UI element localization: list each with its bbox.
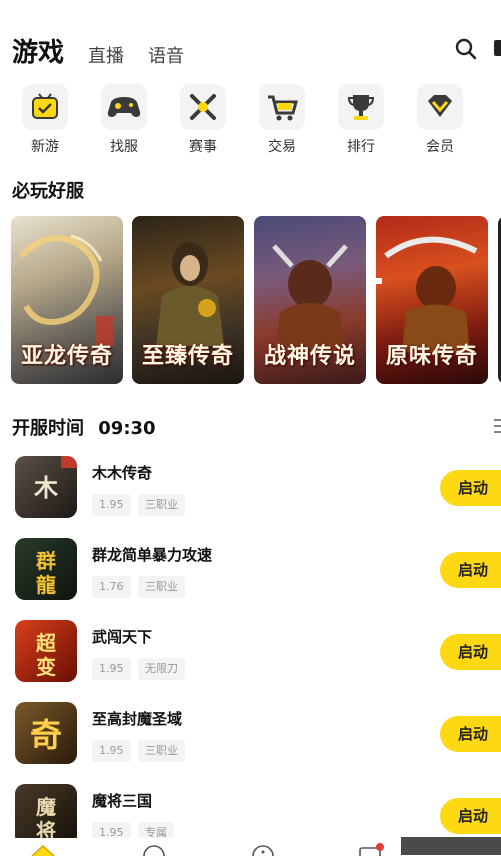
banner-card[interactable]: 战神传说 — [254, 216, 366, 384]
category-label: 会员 — [426, 139, 454, 155]
version-tag: 1.95 — [92, 658, 131, 680]
game-name: 木木传奇 — [92, 464, 153, 482]
system-overlay — [401, 837, 501, 855]
svg-text:魔: 魔 — [36, 795, 56, 819]
list-item[interactable]: 奇 至高封魔圣域 1.95 三职业 启动 — [0, 696, 501, 778]
menu-icon[interactable] — [494, 418, 501, 434]
list-item[interactable]: 木 木木传奇 1.95 三职业 启动 — [0, 450, 501, 532]
class-tag: 三职业 — [138, 576, 185, 598]
message-icon[interactable] — [358, 842, 384, 856]
game-icon[interactable]: 魔将 — [15, 784, 77, 846]
discover-icon[interactable] — [251, 844, 275, 856]
banner-card[interactable]: 原味传奇 — [376, 216, 488, 384]
category-trade[interactable]: 交易 — [252, 84, 312, 156]
gamepad-icon — [101, 84, 147, 130]
list-item[interactable]: 超变 武闯天下 1.95 无限刀 启动 — [0, 614, 501, 696]
vip-diamond-icon — [417, 84, 463, 130]
featured-carousel[interactable]: 亚龙传奇 至臻传奇 战神传说 原味传奇 — [0, 216, 501, 386]
banner-title: 亚龙传奇 — [20, 343, 113, 369]
banner-title: 原味传奇 — [385, 343, 478, 369]
launch-button[interactable]: 启动 — [440, 552, 501, 588]
svg-text:龍: 龍 — [36, 573, 56, 597]
crossed-swords-icon — [180, 84, 226, 130]
category-events[interactable]: 赛事 — [173, 84, 233, 156]
new-game-icon — [22, 84, 68, 130]
cart-icon — [259, 84, 305, 130]
launch-button[interactable]: 启动 — [440, 470, 501, 506]
version-tag: 1.95 — [92, 494, 131, 516]
server-time-label: 开服时间 — [12, 418, 84, 439]
launch-button[interactable]: 启动 — [440, 716, 501, 752]
search-icon[interactable] — [454, 37, 478, 61]
game-icon[interactable]: 奇 — [15, 702, 77, 764]
category-find-server[interactable]: 找服 — [94, 84, 154, 156]
tab-games[interactable]: 游戏 — [12, 32, 64, 69]
class-tag: 三职业 — [138, 494, 185, 516]
banner-card[interactable]: 至臻传奇 — [132, 216, 244, 384]
category-ranking[interactable]: 排行 — [331, 84, 391, 156]
class-tag: 无限刀 — [138, 658, 185, 680]
category-label: 找服 — [110, 139, 138, 155]
category-label: 新游 — [31, 139, 59, 155]
launch-button[interactable]: 启动 — [440, 634, 501, 670]
svg-text:群: 群 — [35, 549, 56, 573]
game-icon[interactable]: 木 — [15, 456, 77, 518]
version-tag: 1.95 — [92, 740, 131, 762]
svg-text:木: 木 — [33, 473, 59, 502]
category-bar: 新游 找服 赛事 交易 排行 会员 — [0, 84, 501, 158]
tab-live[interactable]: 直播 — [88, 42, 124, 68]
game-name: 至高封魔圣域 — [92, 710, 183, 728]
server-time-header: 开服时间 09:30 — [12, 414, 156, 440]
version-tag: 1.76 — [92, 576, 131, 598]
game-icon[interactable]: 超变 — [15, 620, 77, 682]
category-label: 排行 — [347, 139, 375, 155]
server-time-value: 09:30 — [98, 418, 156, 439]
tab-voice[interactable]: 语音 — [148, 42, 184, 68]
game-icon[interactable]: 群龍 — [15, 538, 77, 600]
svg-text:变: 变 — [36, 655, 56, 679]
svg-text:超: 超 — [35, 631, 57, 655]
list-item[interactable]: 群龍 群龙简单暴力攻速 1.76 三职业 启动 — [0, 532, 501, 614]
category-vip[interactable]: 会员 — [410, 84, 470, 156]
featured-section-title: 必玩好服 — [12, 181, 84, 202]
launch-button[interactable]: 启动 — [440, 798, 501, 834]
svg-text:奇: 奇 — [30, 716, 62, 754]
banner-title: 战神传说 — [263, 343, 356, 369]
banner-title: 至臻传奇 — [141, 343, 234, 369]
home-icon[interactable] — [30, 844, 56, 856]
compass-icon[interactable] — [142, 844, 166, 856]
game-name: 武闯天下 — [92, 628, 153, 646]
top-header: 游戏 直播 语音 — [0, 0, 501, 80]
category-label: 交易 — [268, 139, 296, 155]
partial-icon[interactable] — [494, 40, 501, 56]
class-tag: 三职业 — [138, 740, 185, 762]
category-new[interactable]: 新游 — [15, 84, 75, 156]
game-name: 群龙简单暴力攻速 — [92, 546, 213, 564]
banner-card[interactable]: 亚龙传奇 — [11, 216, 123, 384]
category-label: 赛事 — [189, 139, 217, 155]
trophy-icon — [338, 84, 384, 130]
game-name: 魔将三国 — [92, 792, 153, 810]
